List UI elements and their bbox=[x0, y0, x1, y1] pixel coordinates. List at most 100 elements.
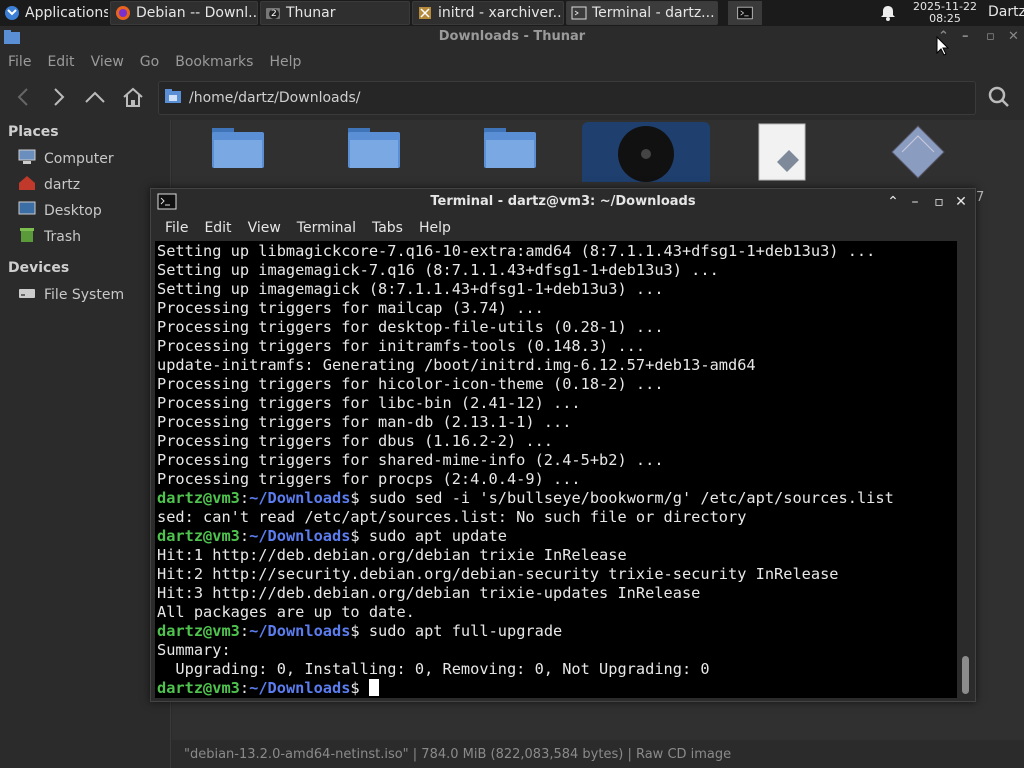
file-item[interactable] bbox=[718, 122, 846, 182]
command-text: $ bbox=[350, 679, 369, 697]
xarchiver-icon bbox=[417, 5, 433, 21]
sidebar-item-dartz[interactable]: dartz bbox=[0, 172, 170, 198]
term-menu-terminal[interactable]: Terminal bbox=[289, 216, 364, 240]
command-text: $ sudo apt full-upgrade bbox=[350, 622, 563, 640]
term-menu-help[interactable]: Help bbox=[411, 216, 459, 240]
terminal-line: Summary: bbox=[157, 641, 231, 659]
terminal-launcher-button[interactable] bbox=[728, 1, 762, 25]
sidebar-item-computer[interactable]: Computer bbox=[0, 146, 170, 172]
prompt-path: ~/Downloads bbox=[249, 679, 351, 697]
menu-go[interactable]: Go bbox=[132, 50, 167, 74]
location-bar[interactable]: /home/dartz/Downloads/ bbox=[158, 81, 976, 115]
terminal-line: Processing triggers for shared-mime-info… bbox=[157, 451, 664, 469]
prompt-path: ~/Downloads bbox=[249, 527, 351, 545]
top-panel: Applications ≡ Debian -- Downl... 2 Thun… bbox=[0, 0, 1024, 26]
terminal-line: dartz@vm3:~/Downloads$ sudo sed -i 's/bu… bbox=[157, 489, 957, 508]
terminal-line: Setting up libmagickcore-7.q16-10-extra:… bbox=[157, 242, 876, 260]
task-label: Thunar bbox=[286, 5, 336, 21]
applications-menu-button[interactable]: Applications ≡ bbox=[0, 1, 108, 25]
terminal-line: dartz@vm3:~/Downloads$ sudo apt full-upg… bbox=[157, 622, 957, 641]
thunar-toolbar: /home/dartz/Downloads/ bbox=[0, 76, 1024, 120]
thunar-maximize-button[interactable]: ▫ bbox=[986, 26, 995, 48]
sidebar-item-file-system[interactable]: File System bbox=[0, 282, 170, 308]
file-item[interactable] bbox=[310, 122, 438, 182]
term-menu-edit[interactable]: Edit bbox=[196, 216, 239, 240]
task-xarchiver[interactable]: initrd - xarchiver... bbox=[412, 1, 564, 25]
file-item-selected[interactable] bbox=[582, 122, 710, 182]
thunar-window-icon bbox=[4, 30, 20, 52]
terminal-line: Processing triggers for procps (2:4.0.4-… bbox=[157, 470, 581, 488]
terminal-line: Hit:2 http://security.debian.org/debian-… bbox=[157, 565, 839, 583]
prompt-user: dartz@vm3 bbox=[157, 527, 240, 545]
home-folder-icon bbox=[18, 175, 36, 195]
terminal-maximize-button[interactable]: ▫ bbox=[931, 194, 947, 210]
notification-bell-icon[interactable] bbox=[880, 4, 896, 26]
prompt-user: dartz@vm3 bbox=[157, 622, 240, 640]
archive-icon bbox=[888, 122, 948, 182]
task-terminal[interactable]: Terminal - dartz... bbox=[566, 1, 718, 25]
terminal-title-text: Terminal - dartz@vm3: ~/Downloads bbox=[430, 194, 696, 209]
terminal-minimize-button[interactable]: – bbox=[907, 194, 923, 210]
terminal-line: Processing triggers for mailcap (3.74) .… bbox=[157, 299, 544, 317]
file-item[interactable] bbox=[174, 122, 302, 182]
terminal-titlebar[interactable]: Terminal - dartz@vm3: ~/Downloads ⌃ – ▫ … bbox=[151, 189, 975, 215]
file-item[interactable] bbox=[854, 122, 982, 182]
terminal-line: update-initramfs: Generating /boot/initr… bbox=[157, 356, 756, 374]
terminal-launcher-icon bbox=[737, 5, 753, 21]
term-menu-file[interactable]: File bbox=[157, 216, 196, 240]
sidebar-item-desktop[interactable]: Desktop bbox=[0, 198, 170, 224]
terminal-line: Processing triggers for libc-bin (2.41-1… bbox=[157, 394, 581, 412]
parent-folder-icon[interactable] bbox=[82, 84, 108, 110]
firefox-icon bbox=[115, 5, 131, 21]
thunar-close-button[interactable]: ✕ bbox=[1008, 26, 1019, 48]
clock[interactable]: 2025-11-22 08:25 bbox=[904, 0, 986, 27]
task-firefox[interactable]: Debian -- Downl... bbox=[110, 1, 258, 25]
search-icon[interactable] bbox=[986, 84, 1012, 110]
thunar-titlebar[interactable]: Downloads - Thunar ⌃ – ▫ ✕ bbox=[0, 26, 1024, 50]
menu-edit[interactable]: Edit bbox=[39, 50, 82, 74]
term-menu-tabs[interactable]: Tabs bbox=[364, 216, 411, 240]
devices-heading: Devices bbox=[8, 260, 70, 276]
terminal-screen[interactable]: Setting up libmagickcore-7.q16-10-extra:… bbox=[155, 241, 957, 698]
places-heading: Places bbox=[8, 124, 59, 140]
task-label: Terminal - dartz... bbox=[592, 5, 715, 21]
terminal-menubar: File Edit View Terminal Tabs Help bbox=[157, 216, 459, 240]
terminal-scrollbar[interactable] bbox=[959, 241, 973, 698]
menu-view[interactable]: View bbox=[83, 50, 132, 74]
thunar-statusbar: "debian-13.2.0-amd64-netinst.iso" | 784.… bbox=[184, 747, 732, 762]
sidebar-item-label: Computer bbox=[44, 151, 114, 167]
back-icon[interactable] bbox=[10, 84, 36, 110]
terminal-icon bbox=[571, 5, 587, 21]
terminal-output: Setting up libmagickcore-7.q16-10-extra:… bbox=[157, 242, 957, 698]
menu-file[interactable]: File bbox=[0, 50, 39, 74]
folder-group-icon: 2 bbox=[265, 5, 281, 21]
task-label: initrd - xarchiver... bbox=[438, 5, 564, 21]
drive-icon bbox=[18, 285, 36, 305]
sidebar-item-trash[interactable]: Trash bbox=[0, 224, 170, 250]
task-thunar[interactable]: 2 Thunar bbox=[260, 1, 410, 25]
prompt-separator: : bbox=[239, 679, 250, 697]
xfce-logo-icon bbox=[4, 5, 20, 21]
terminal-line: Upgrading: 0, Installing: 0, Removing: 0… bbox=[157, 660, 710, 678]
thunar-minimize-button[interactable]: – bbox=[962, 26, 969, 48]
term-menu-view[interactable]: View bbox=[240, 216, 289, 240]
user-menu[interactable]: Dartz bbox=[988, 4, 1024, 20]
menu-help[interactable]: Help bbox=[261, 50, 309, 74]
terminal-line: Processing triggers for man-db (2.13.1-1… bbox=[157, 413, 572, 431]
forward-icon[interactable] bbox=[46, 84, 72, 110]
applications-label: Applications bbox=[25, 5, 108, 21]
folder-icon bbox=[210, 122, 266, 182]
terminal-line: Processing triggers for hicolor-icon-the… bbox=[157, 375, 664, 393]
terminal-scrollbar-thumb[interactable] bbox=[962, 656, 969, 694]
prompt-separator: : bbox=[239, 622, 250, 640]
home-icon[interactable] bbox=[120, 84, 146, 110]
terminal-close-button[interactable]: ✕ bbox=[953, 194, 969, 210]
thunar-sidebar: Places Computer dartz Desktop Trash Devi… bbox=[0, 120, 171, 768]
prompt-path: ~/Downloads bbox=[249, 622, 351, 640]
file-item[interactable] bbox=[446, 122, 574, 182]
menu-bookmarks[interactable]: Bookmarks bbox=[167, 50, 261, 74]
task-count-badge: 2 bbox=[269, 9, 279, 19]
terminal-shade-button[interactable]: ⌃ bbox=[885, 194, 901, 210]
sidebar-item-label: Desktop bbox=[44, 203, 102, 219]
prompt-separator: : bbox=[239, 489, 250, 507]
